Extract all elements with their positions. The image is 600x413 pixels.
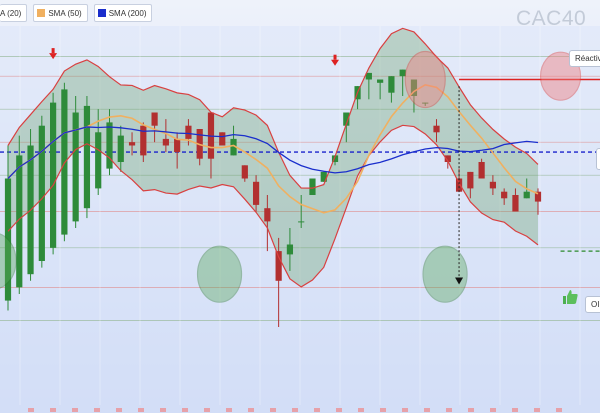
candle-body: [512, 195, 519, 212]
x-tick-marker: [270, 408, 276, 412]
x-tick-marker: [490, 408, 496, 412]
candle-body: [106, 122, 113, 169]
candle-body: [140, 125, 147, 156]
symbol-watermark: CAC40: [516, 7, 587, 30]
reactivate-button[interactable]: Réactiv: [569, 50, 600, 67]
candle-body: [388, 76, 395, 93]
x-tick-marker: [468, 408, 474, 412]
candle-body: [467, 171, 474, 189]
candle-body: [501, 191, 508, 199]
x-tick-marker: [94, 408, 100, 412]
x-tick-marker: [512, 408, 518, 412]
top-highlight-circle: [404, 50, 446, 109]
legend-label: SMA (50): [48, 8, 82, 18]
x-tick-marker: [160, 408, 166, 412]
down-arrow-icon: [333, 54, 337, 60]
x-tick-marker: [314, 408, 320, 412]
candle-body: [489, 181, 496, 189]
x-tick-marker: [138, 408, 144, 412]
candle-body: [298, 221, 305, 223]
x-tick-marker: [50, 408, 56, 412]
candle-body: [83, 105, 91, 209]
thumbs-up-icon[interactable]: [561, 289, 579, 305]
candle-body: [38, 125, 45, 261]
legend-swatch: [37, 9, 46, 17]
x-tick-marker: [28, 408, 34, 412]
legend-swatch: [97, 9, 106, 17]
x-tick-marker: [556, 408, 562, 412]
x-tick-marker: [182, 408, 188, 412]
candle-body: [50, 102, 57, 248]
indicator-legend: A (20) SMA (50) SMA (200): [0, 4, 153, 22]
legend-item-sma200[interactable]: SMA (200): [93, 4, 153, 22]
candle-body: [241, 165, 248, 179]
candle-body: [61, 89, 68, 235]
candle-body: [219, 132, 226, 146]
price-chart[interactable]: [0, 0, 600, 413]
candle-body: [128, 142, 136, 146]
legend-label: SMA (200): [108, 8, 147, 18]
candle-body: [309, 178, 316, 195]
x-tick-marker: [358, 408, 364, 412]
x-tick-marker: [248, 408, 254, 412]
x-tick-marker: [446, 408, 452, 412]
candle-body: [286, 244, 294, 255]
x-tick-marker: [534, 408, 540, 412]
x-tick-marker: [116, 408, 122, 412]
ok-button[interactable]: OI: [585, 296, 600, 313]
candle-body: [377, 79, 384, 83]
candle-body: [117, 135, 124, 162]
x-tick-marker: [292, 408, 298, 412]
candle-body: [174, 138, 181, 153]
candle-body: [185, 125, 192, 139]
candle-body: [264, 208, 271, 222]
legend-label: A (20): [0, 8, 22, 18]
chart-window: A (20) SMA (50) SMA (200) CAC40 Réactiv …: [0, 0, 600, 413]
candle-body: [478, 162, 485, 179]
side-panel-tab[interactable]: [596, 148, 600, 170]
bottom-highlight-circle: [422, 245, 468, 303]
bottom-highlight-circle: [196, 245, 243, 303]
x-tick-marker: [336, 408, 342, 412]
down-arrow-icon: [51, 48, 55, 54]
x-tick-marker: [72, 408, 78, 412]
x-tick-marker: [204, 408, 210, 412]
x-tick-marker: [226, 408, 232, 412]
candle-body: [162, 138, 169, 146]
x-tick-marker: [402, 408, 408, 412]
candle-body: [455, 178, 463, 192]
legend-item-sma50[interactable]: SMA (50): [33, 4, 88, 22]
x-tick-marker: [380, 408, 386, 412]
candle-body: [433, 125, 440, 133]
candle-body: [252, 181, 260, 205]
candle-body: [95, 132, 102, 189]
candle-body: [523, 191, 530, 199]
legend-item-bollinger[interactable]: A (20): [0, 4, 28, 22]
candle-body: [151, 112, 158, 126]
x-tick-marker: [424, 408, 430, 412]
